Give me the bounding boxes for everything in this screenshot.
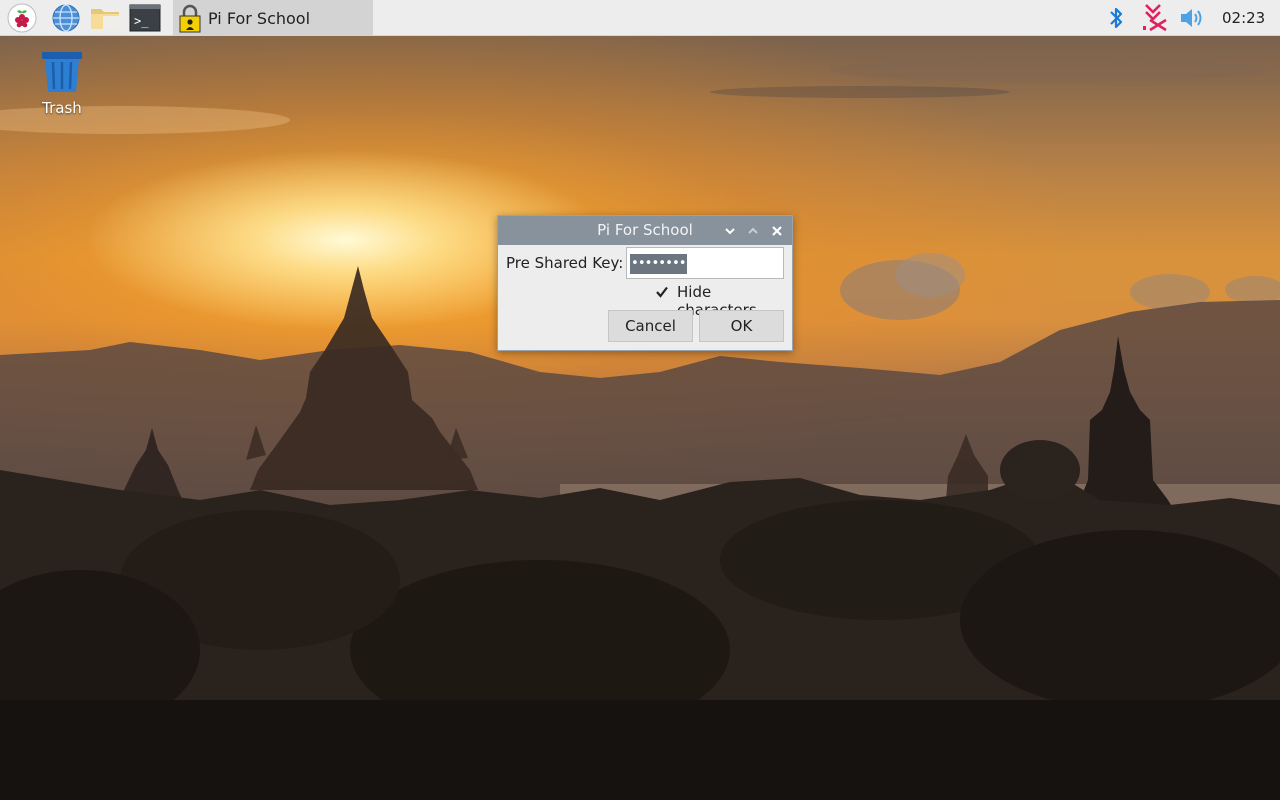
maximize-icon[interactable] bbox=[744, 222, 762, 240]
svg-text:>_: >_ bbox=[134, 14, 149, 28]
network-disconnected-icon[interactable] bbox=[1140, 4, 1170, 32]
ok-button[interactable]: OK bbox=[699, 310, 784, 342]
hide-characters-checkbox[interactable] bbox=[655, 285, 669, 299]
desktop-icon-trash[interactable]: Trash bbox=[26, 50, 98, 117]
minimize-icon[interactable] bbox=[721, 222, 739, 240]
psk-label: Pre Shared Key: bbox=[506, 254, 624, 272]
desktop-wallpaper bbox=[0, 0, 1280, 800]
desktop-icon-label: Trash bbox=[42, 99, 82, 117]
terminal-icon[interactable]: >_ bbox=[129, 3, 161, 33]
close-icon[interactable] bbox=[768, 222, 786, 240]
task-button-label: Pi For School bbox=[208, 8, 311, 28]
web-browser-icon[interactable] bbox=[50, 3, 82, 33]
psk-masked-value: •••••••• bbox=[630, 254, 687, 274]
network-lock-icon bbox=[177, 3, 203, 33]
volume-icon[interactable] bbox=[1178, 4, 1206, 32]
file-manager-icon[interactable] bbox=[89, 3, 121, 33]
cancel-button[interactable]: Cancel bbox=[608, 310, 693, 342]
psk-dialog: Pi For School Pre Shared Key: •••••••• H… bbox=[497, 215, 793, 351]
dialog-titlebar[interactable]: Pi For School bbox=[498, 216, 792, 245]
psk-input[interactable]: •••••••• bbox=[626, 247, 784, 279]
bluetooth-icon[interactable] bbox=[1104, 4, 1128, 32]
task-button-pi-for-school[interactable]: Pi For School bbox=[173, 0, 373, 36]
trash-icon bbox=[39, 50, 85, 98]
clock[interactable]: 02:23 bbox=[1222, 0, 1265, 36]
taskbar: >_ Pi For School 02:23 bbox=[0, 0, 1280, 36]
raspberry-menu-icon[interactable] bbox=[6, 3, 38, 33]
